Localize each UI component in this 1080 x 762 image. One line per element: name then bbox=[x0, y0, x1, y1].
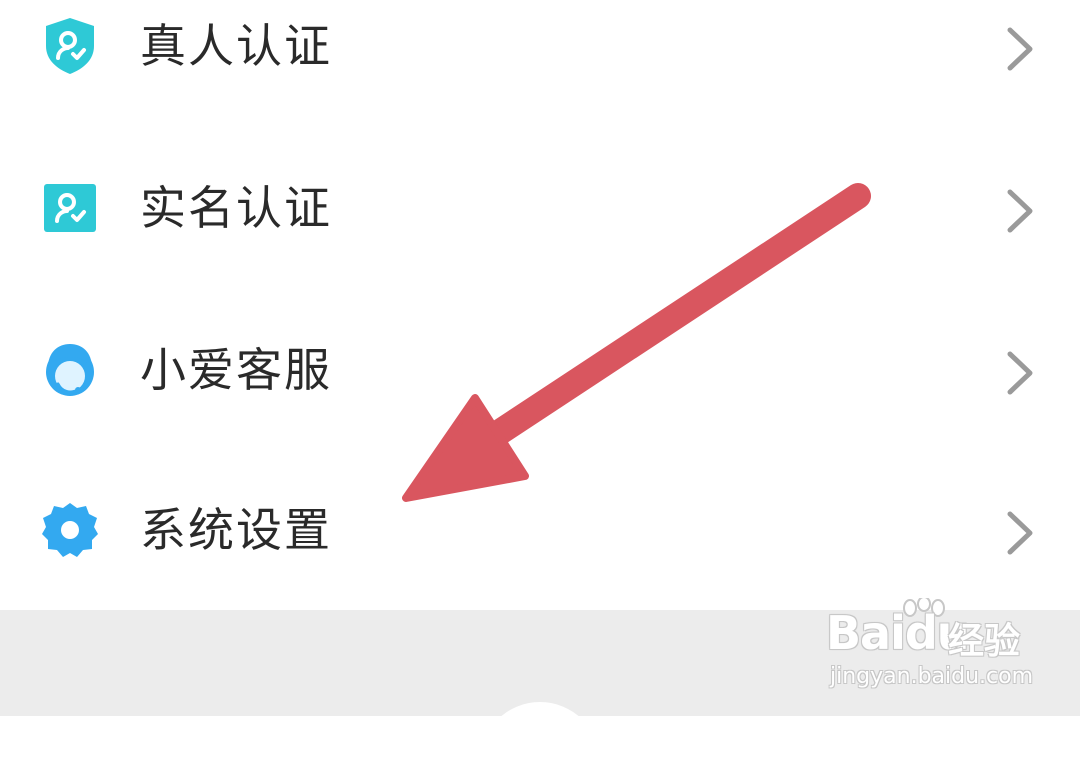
gear-icon bbox=[42, 503, 98, 557]
menu-item-system-settings[interactable]: 系统设置 bbox=[0, 478, 1080, 588]
menu-item-label: 系统设置 bbox=[140, 503, 332, 557]
chevron-right-icon bbox=[1007, 351, 1033, 395]
baidu-jingyan-watermark: Baidu 经验 jingyan.baidu.com bbox=[826, 598, 1046, 696]
chevron-right-icon bbox=[1007, 27, 1033, 71]
menu-item-label: 实名认证 bbox=[140, 181, 332, 235]
watermark-product: 经验 bbox=[948, 621, 1021, 662]
settings-menu: 真人认证 实名认证 小爱客服 系统设置 bbox=[0, 0, 1080, 610]
shield-person-check-icon bbox=[46, 18, 94, 74]
menu-item-label: 真人认证 bbox=[140, 19, 332, 73]
menu-item-customer-service[interactable]: 小爱客服 bbox=[0, 318, 1080, 428]
watermark-url: jingyan.baidu.com bbox=[830, 664, 1034, 689]
menu-item-real-person-verification[interactable]: 真人认证 bbox=[0, 0, 1080, 104]
customer-service-headset-icon bbox=[46, 344, 94, 396]
chevron-right-icon bbox=[1007, 511, 1033, 555]
chevron-right-icon bbox=[1007, 189, 1033, 233]
menu-item-label: 小爱客服 bbox=[140, 343, 332, 397]
menu-item-real-name-verification[interactable]: 实名认证 bbox=[0, 156, 1080, 266]
id-card-check-icon bbox=[44, 184, 96, 232]
